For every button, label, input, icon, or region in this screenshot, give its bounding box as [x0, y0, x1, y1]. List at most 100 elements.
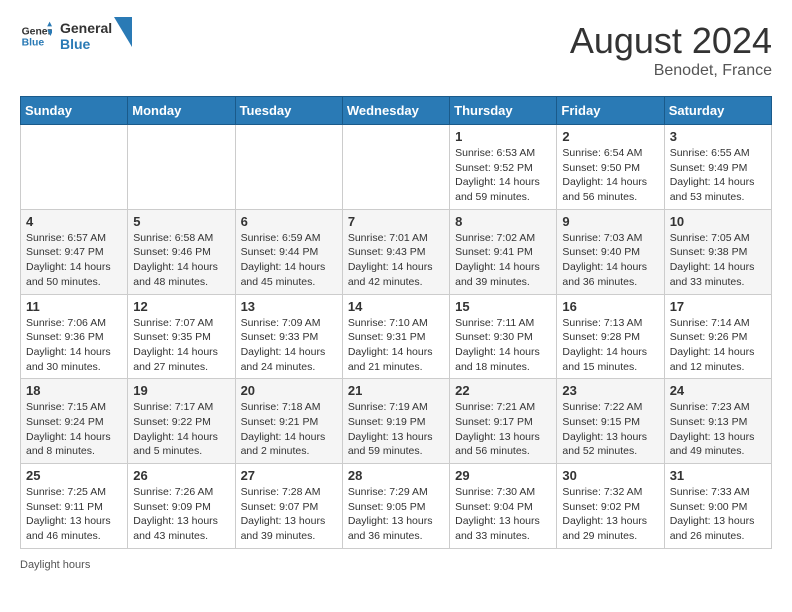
day-number: 18 — [26, 383, 122, 398]
day-number: 9 — [562, 214, 658, 229]
day-info: Sunrise: 7:05 AMSunset: 9:38 PMDaylight:… — [670, 231, 766, 290]
calendar-cell: 12 Sunrise: 7:07 AMSunset: 9:35 PMDayligh… — [128, 294, 235, 379]
calendar-cell: 1Sunrise: 6:53 AMSunset: 9:52 PMDaylight… — [450, 125, 557, 210]
svg-text:General: General — [22, 26, 52, 37]
calendar-cell: 21 Sunrise: 7:19 AMSunset: 9:19 PMDayligh… — [342, 379, 449, 464]
calendar-week-row: 11 Sunrise: 7:06 AMSunset: 9:36 PMDayligh… — [21, 294, 772, 379]
calendar-cell: 20 Sunrise: 7:18 AMSunset: 9:21 PMDayligh… — [235, 379, 342, 464]
day-number: 6 — [241, 214, 337, 229]
day-info: Sunrise: 7:25 AMSunset: 9:11 PMDaylight:… — [26, 485, 122, 544]
calendar-cell: 9 Sunrise: 7:03 AMSunset: 9:40 PMDaylight… — [557, 209, 664, 294]
footer-note: Daylight hours — [20, 559, 772, 571]
day-number: 16 — [562, 299, 658, 314]
day-info: Sunrise: 7:29 AMSunset: 9:05 PMDaylight:… — [348, 485, 444, 544]
day-info: Sunrise: 7:17 AMSunset: 9:22 PMDaylight:… — [133, 400, 229, 459]
calendar-week-row: 1Sunrise: 6:53 AMSunset: 9:52 PMDaylight… — [21, 125, 772, 210]
calendar-header-row: SundayMondayTuesdayWednesdayThursdayFrid… — [21, 97, 772, 125]
calendar-cell: 23 Sunrise: 7:22 AMSunset: 9:15 PMDayligh… — [557, 379, 664, 464]
day-number: 24 — [670, 383, 766, 398]
calendar-cell: 7 Sunrise: 7:01 AMSunset: 9:43 PMDaylight… — [342, 209, 449, 294]
calendar-cell: 6 Sunrise: 6:59 AMSunset: 9:44 PMDaylight… — [235, 209, 342, 294]
calendar-table: SundayMondayTuesdayWednesdayThursdayFrid… — [20, 96, 772, 549]
day-number: 20 — [241, 383, 337, 398]
weekday-header: Thursday — [450, 97, 557, 125]
day-info: Sunrise: 7:15 AMSunset: 9:24 PMDaylight:… — [26, 400, 122, 459]
calendar-cell — [128, 125, 235, 210]
day-number: 13 — [241, 299, 337, 314]
calendar-cell: 19 Sunrise: 7:17 AMSunset: 9:22 PMDayligh… — [128, 379, 235, 464]
day-info: Sunrise: 7:33 AMSunset: 9:00 PMDaylight:… — [670, 485, 766, 544]
day-number: 14 — [348, 299, 444, 314]
calendar-cell: 27Sunrise: 7:28 AMSunset: 9:07 PMDayligh… — [235, 464, 342, 549]
day-number: 31 — [670, 468, 766, 483]
day-info: Sunrise: 6:54 AMSunset: 9:50 PMDaylight:… — [562, 146, 658, 205]
calendar-cell: 22Sunrise: 7:21 AMSunset: 9:17 PMDayligh… — [450, 379, 557, 464]
calendar-cell: 13 Sunrise: 7:09 AMSunset: 9:33 PMDayligh… — [235, 294, 342, 379]
calendar-cell — [235, 125, 342, 210]
day-number: 12 — [133, 299, 229, 314]
day-number: 27 — [241, 468, 337, 483]
page-subtitle: Benodet, France — [570, 62, 772, 80]
day-info: Sunrise: 7:21 AMSunset: 9:17 PMDaylight:… — [455, 400, 551, 459]
day-info: Sunrise: 7:19 AMSunset: 9:19 PMDaylight:… — [348, 400, 444, 459]
calendar-cell: 10Sunrise: 7:05 AMSunset: 9:38 PMDayligh… — [664, 209, 771, 294]
day-info: Sunrise: 7:07 AMSunset: 9:35 PMDaylight:… — [133, 316, 229, 375]
day-info: Sunrise: 7:06 AMSunset: 9:36 PMDaylight:… — [26, 316, 122, 375]
day-number: 23 — [562, 383, 658, 398]
day-number: 19 — [133, 383, 229, 398]
calendar-cell: 8Sunrise: 7:02 AMSunset: 9:41 PMDaylight… — [450, 209, 557, 294]
calendar-cell: 25 Sunrise: 7:25 AMSunset: 9:11 PMDayligh… — [21, 464, 128, 549]
day-info: Sunrise: 7:30 AMSunset: 9:04 PMDaylight:… — [455, 485, 551, 544]
calendar-cell: 2Sunrise: 6:54 AMSunset: 9:50 PMDaylight… — [557, 125, 664, 210]
day-info: Sunrise: 6:59 AMSunset: 9:44 PMDaylight:… — [241, 231, 337, 290]
day-info: Sunrise: 7:03 AMSunset: 9:40 PMDaylight:… — [562, 231, 658, 290]
day-info: Sunrise: 7:10 AMSunset: 9:31 PMDaylight:… — [348, 316, 444, 375]
calendar-cell: 4 Sunrise: 6:57 AMSunset: 9:47 PMDaylight… — [21, 209, 128, 294]
day-info: Sunrise: 6:58 AMSunset: 9:46 PMDaylight:… — [133, 231, 229, 290]
day-number: 21 — [348, 383, 444, 398]
calendar-cell: 28 Sunrise: 7:29 AMSunset: 9:05 PMDayligh… — [342, 464, 449, 549]
day-number: 3 — [670, 129, 766, 144]
day-number: 28 — [348, 468, 444, 483]
day-info: Sunrise: 7:09 AMSunset: 9:33 PMDaylight:… — [241, 316, 337, 375]
calendar-cell: 24 Sunrise: 7:23 AMSunset: 9:13 PMDayligh… — [664, 379, 771, 464]
weekday-header: Sunday — [21, 97, 128, 125]
day-number: 17 — [670, 299, 766, 314]
day-number: 1 — [455, 129, 551, 144]
calendar-cell: 15 Sunrise: 7:11 AMSunset: 9:30 PMDayligh… — [450, 294, 557, 379]
day-info: Sunrise: 6:57 AMSunset: 9:47 PMDaylight:… — [26, 231, 122, 290]
calendar-cell: 16 Sunrise: 7:13 AMSunset: 9:28 PMDayligh… — [557, 294, 664, 379]
day-number: 25 — [26, 468, 122, 483]
day-number: 8 — [455, 214, 551, 229]
calendar-cell: 3Sunrise: 6:55 AMSunset: 9:49 PMDaylight… — [664, 125, 771, 210]
day-number: 5 — [133, 214, 229, 229]
logo-wave-icon — [114, 17, 132, 47]
day-info: Sunrise: 7:13 AMSunset: 9:28 PMDaylight:… — [562, 316, 658, 375]
calendar-cell: 17 Sunrise: 7:14 AMSunset: 9:26 PMDayligh… — [664, 294, 771, 379]
calendar-cell: 26Sunrise: 7:26 AMSunset: 9:09 PMDayligh… — [128, 464, 235, 549]
day-info: Sunrise: 7:11 AMSunset: 9:30 PMDaylight:… — [455, 316, 551, 375]
day-info: Sunrise: 7:22 AMSunset: 9:15 PMDaylight:… — [562, 400, 658, 459]
calendar-week-row: 25 Sunrise: 7:25 AMSunset: 9:11 PMDayligh… — [21, 464, 772, 549]
day-number: 11 — [26, 299, 122, 314]
page-header: General Blue General Blue August 2024 Be… — [20, 20, 772, 80]
calendar-cell: 31 Sunrise: 7:33 AMSunset: 9:00 PMDayligh… — [664, 464, 771, 549]
title-block: August 2024 Benodet, France — [570, 20, 772, 80]
weekday-header: Saturday — [664, 97, 771, 125]
calendar-cell: 11 Sunrise: 7:06 AMSunset: 9:36 PMDayligh… — [21, 294, 128, 379]
day-number: 4 — [26, 214, 122, 229]
calendar-cell: 5 Sunrise: 6:58 AMSunset: 9:46 PMDaylight… — [128, 209, 235, 294]
weekday-header: Friday — [557, 97, 664, 125]
calendar-cell: 18 Sunrise: 7:15 AMSunset: 9:24 PMDayligh… — [21, 379, 128, 464]
day-number: 7 — [348, 214, 444, 229]
calendar-cell: 29Sunrise: 7:30 AMSunset: 9:04 PMDayligh… — [450, 464, 557, 549]
logo: General Blue General Blue — [20, 20, 132, 52]
day-info: Sunrise: 7:18 AMSunset: 9:21 PMDaylight:… — [241, 400, 337, 459]
day-number: 15 — [455, 299, 551, 314]
calendar-cell — [21, 125, 128, 210]
day-info: Sunrise: 7:01 AMSunset: 9:43 PMDaylight:… — [348, 231, 444, 290]
page-title: August 2024 — [570, 20, 772, 62]
day-info: Sunrise: 7:23 AMSunset: 9:13 PMDaylight:… — [670, 400, 766, 459]
day-info: Sunrise: 7:14 AMSunset: 9:26 PMDaylight:… — [670, 316, 766, 375]
day-info: Sunrise: 7:26 AMSunset: 9:09 PMDaylight:… — [133, 485, 229, 544]
